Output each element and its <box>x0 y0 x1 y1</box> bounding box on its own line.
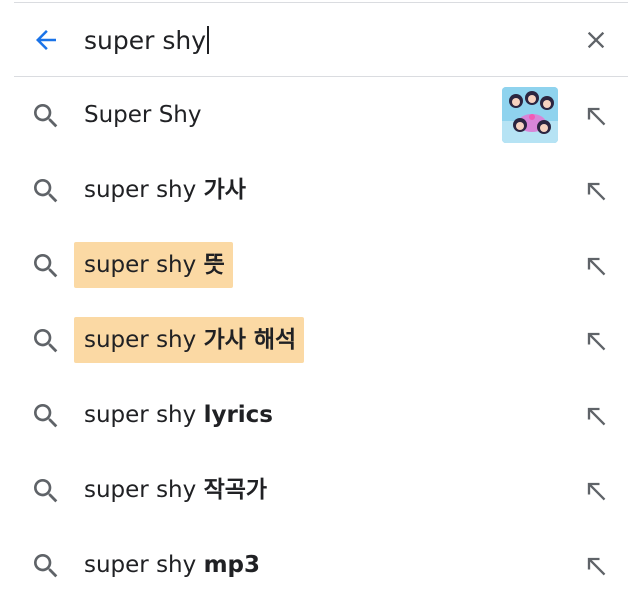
search-icon <box>34 479 58 503</box>
suggestion-list: Super Shy super shy 가사 super shy 뜻 super… <box>0 78 640 603</box>
fill-query-button[interactable] <box>580 475 612 507</box>
suggestion-item[interactable]: super shy mp3 <box>0 528 640 603</box>
suggestion-item[interactable]: super shy 가사 <box>0 153 640 228</box>
fill-query-button[interactable] <box>580 175 612 207</box>
suggestion-completion: 뜻 <box>203 252 225 278</box>
suggestion-completion: lyrics <box>203 402 273 428</box>
search-icon <box>34 179 58 203</box>
suggestion-text: super shy 가사 <box>84 153 246 228</box>
suggestion-text: super shy 가사 해석 <box>84 303 296 378</box>
north-west-arrow-icon <box>587 182 606 201</box>
suggestion-prefix: super shy <box>84 477 204 503</box>
suggestion-item[interactable]: super shy 가사 해석 <box>0 303 640 378</box>
suggestion-completion: 가사 <box>203 177 246 203</box>
suggestion-prefix: Super Shy <box>84 102 202 128</box>
north-west-arrow-icon <box>587 257 606 276</box>
suggestion-item[interactable]: super shy lyrics <box>0 378 640 453</box>
fill-query-button[interactable] <box>580 100 612 132</box>
north-west-arrow-icon <box>587 107 606 126</box>
album-thumbnail <box>502 87 558 143</box>
suggestion-item[interactable]: super shy 작곡가 <box>0 453 640 528</box>
suggestion-completion: 가사 해석 <box>203 327 297 353</box>
fill-query-button[interactable] <box>580 400 612 432</box>
suggestion-text: super shy mp3 <box>84 528 260 603</box>
arrow-back-icon <box>36 30 56 50</box>
search-icon <box>34 554 58 578</box>
fill-query-button[interactable] <box>580 325 612 357</box>
search-input[interactable]: super shy <box>84 20 544 60</box>
suggestion-prefix: super shy <box>84 252 204 278</box>
suggestion-item[interactable]: super shy 뜻 <box>0 228 640 303</box>
top-divider <box>14 2 628 3</box>
suggestion-text: super shy 뜻 <box>84 228 225 303</box>
album-art-image <box>502 87 558 143</box>
suggestion-text: super shy 작곡가 <box>84 453 267 528</box>
search-icon <box>34 104 58 128</box>
search-icon <box>34 404 58 428</box>
fill-query-button[interactable] <box>580 250 612 282</box>
close-icon <box>587 31 605 49</box>
suggestion-prefix: super shy <box>84 552 204 578</box>
suggestion-item[interactable]: Super Shy <box>0 78 640 153</box>
suggestion-completion: mp3 <box>203 552 260 578</box>
suggestion-completion: 작곡가 <box>203 477 268 503</box>
suggestion-prefix: super shy <box>84 402 204 428</box>
clear-button[interactable] <box>578 22 614 58</box>
north-west-arrow-icon <box>587 557 606 576</box>
search-bar: super shy <box>0 4 640 76</box>
search-icon <box>34 329 58 353</box>
suggestion-text: super shy lyrics <box>84 378 273 453</box>
suggestion-text: Super Shy <box>84 78 201 153</box>
search-icon <box>34 254 58 278</box>
search-input-text: super shy <box>84 25 207 55</box>
north-west-arrow-icon <box>587 332 606 351</box>
fill-query-button[interactable] <box>580 550 612 582</box>
text-caret <box>207 26 210 54</box>
north-west-arrow-icon <box>587 407 606 426</box>
north-west-arrow-icon <box>587 482 606 501</box>
search-divider <box>14 76 628 77</box>
suggestion-prefix: super shy <box>84 327 204 353</box>
back-button[interactable] <box>28 22 64 58</box>
suggestion-prefix: super shy <box>84 177 204 203</box>
